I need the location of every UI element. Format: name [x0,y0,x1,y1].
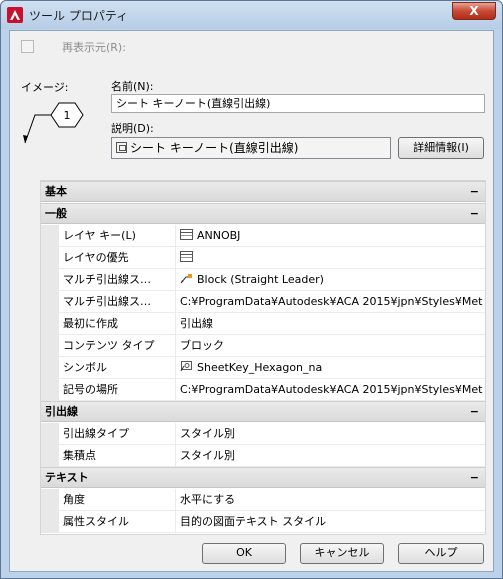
property-key: シンボル [63,361,107,374]
section-text-title: テキスト [45,471,89,484]
property-row-symbol-location[interactable]: 記号の場所 C:¥ProgramData¥Autodesk¥ACA 2015¥j… [41,379,485,401]
property-value[interactable]: ANNOBJ [175,225,483,247]
property-row-create-first[interactable]: 最初に作成 引出線 [41,313,485,335]
description-label: 説明(D): [111,122,154,135]
collapse-icon[interactable]: − [470,182,479,201]
redisplay-checkbox[interactable] [21,40,34,53]
property-grid: 基本 − 一般 − レイヤ キー(L) ANNOBJ レイヤの優先 マルチ引出線… [40,180,486,535]
tool-properties-dialog: ツール プロパティ X 再表示元(R): イメージ: 1 名前(N): シート … [0,0,503,579]
layer-icon [180,229,193,240]
property-row-gather-point[interactable]: 集積点 スタイル別 [41,445,485,467]
section-general[interactable]: 一般 − [41,203,485,224]
section-basic[interactable]: 基本 − [41,181,485,202]
cancel-button[interactable]: キャンセル [300,543,384,564]
property-key: 属性スタイル [63,515,129,528]
symbol-icon [180,361,192,372]
title-bar[interactable]: ツール プロパティ X [1,1,502,29]
description-icon [116,142,127,153]
preview-symbol-number: 1 [64,109,71,122]
property-value[interactable]: SheetKey_Hexagon_na [175,357,483,379]
help-button[interactable]: ヘルプ [398,543,484,564]
property-value[interactable]: C:¥ProgramData¥Autodesk¥ACA 2015¥jpn¥Sty… [175,291,483,313]
property-row-layer-override[interactable]: レイヤの優先 [41,247,485,269]
section-text[interactable]: テキスト − [41,467,485,488]
property-key: 記号の場所 [63,383,118,396]
property-value[interactable]: スタイル別 [175,445,483,467]
property-row-attribute-style[interactable]: 属性スタイル 目的の図面テキスト スタイル [41,511,485,533]
property-value[interactable]: 引出線 [175,313,483,335]
property-key: 引出線タイプ [63,427,129,440]
window-title: ツール プロパティ [29,9,129,23]
property-value[interactable]: 目的の図面テキスト スタイル [175,511,483,533]
property-row-angle[interactable]: 角度 水平にする [41,489,485,511]
property-key: コンテンツ タイプ [63,339,155,352]
property-value[interactable]: Block (Straight Leader) [175,269,483,291]
autocad-app-icon [7,7,23,23]
property-value[interactable] [175,247,483,269]
description-field[interactable]: シート キーノート(直線引出線) [111,137,391,159]
section-leader-title: 引出線 [45,405,78,418]
property-key: 最初に作成 [63,317,118,330]
name-label: 名前(N): [111,80,154,93]
property-row-symbol[interactable]: シンボル SheetKey_Hexagon_na [41,357,485,379]
dialog-body: 再表示元(R): イメージ: 1 名前(N): シート キーノート(直線引出線)… [9,30,494,572]
keynote-preview-image: 1 [23,102,84,144]
property-value[interactable]: 水平にする [175,489,483,511]
collapse-icon[interactable]: − [470,204,479,223]
property-key: マルチ引出線ス… [63,273,151,286]
close-button[interactable]: X [452,2,496,20]
section-leader[interactable]: 引出線 − [41,401,485,422]
name-input[interactable]: シート キーノート(直線引出線) [111,94,485,113]
property-value[interactable]: スタイル別 [175,423,483,445]
description-value: シート キーノート(直線引出線) [130,141,299,155]
redisplay-label: 再表示元(R): [62,41,126,54]
property-value[interactable]: C:¥ProgramData¥Autodesk¥ACA 2015¥jpn¥Sty… [175,379,483,401]
property-row-mleader-style[interactable]: マルチ引出線ス… Block (Straight Leader) [41,269,485,291]
section-general-title: 一般 [45,207,67,220]
ok-button[interactable]: OK [202,543,286,564]
collapse-icon[interactable]: − [470,402,479,421]
property-key: レイヤ キー(L) [63,229,136,242]
leader-style-icon [180,274,192,284]
property-row-leader-type[interactable]: 引出線タイプ スタイル別 [41,423,485,445]
property-key: 集積点 [63,449,96,462]
property-key: 角度 [63,493,85,506]
property-key: マルチ引出線ス… [63,295,151,308]
property-row-layer-key[interactable]: レイヤ キー(L) ANNOBJ [41,225,485,247]
image-label: イメージ: [21,81,69,94]
section-basic-title: 基本 [45,185,67,198]
property-value[interactable]: ブロック [175,335,483,357]
property-row-mleader-style-location[interactable]: マルチ引出線ス… C:¥ProgramData¥Autodesk¥ACA 201… [41,291,485,313]
detail-info-button[interactable]: 詳細情報(I) [398,137,484,159]
collapse-icon[interactable]: − [470,468,479,487]
property-key: レイヤの優先 [63,251,129,264]
layer-icon [180,251,193,262]
property-row-content-type[interactable]: コンテンツ タイプ ブロック [41,335,485,357]
